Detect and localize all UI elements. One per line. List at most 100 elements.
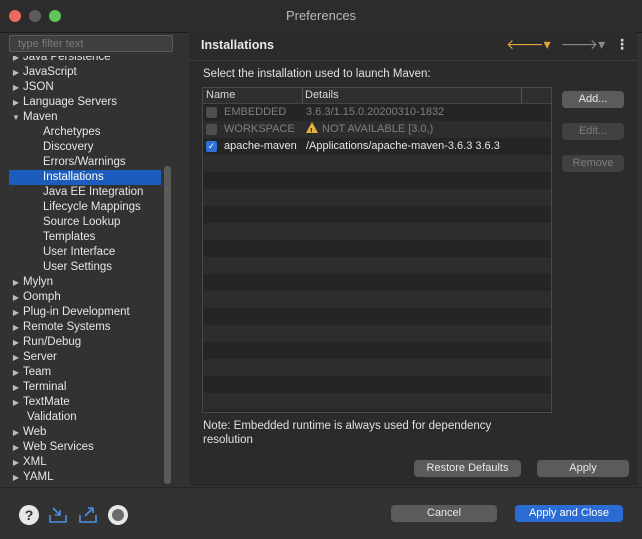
collapsed-arrow-icon[interactable]: ▶ [9, 425, 23, 440]
tree-item[interactable]: ▶ Oomph [9, 290, 161, 305]
tree-item-label: Templates [43, 231, 96, 243]
tree-item-label: Discovery [43, 141, 94, 153]
tree-item[interactable]: ▶ Server [9, 350, 161, 365]
tree-item-label: Archetypes [43, 126, 101, 138]
tree-item[interactable]: Validation [9, 410, 161, 425]
collapsed-arrow-icon[interactable]: ▶ [9, 395, 23, 410]
dialog-button-bar: ? Cancel Apply and Close [0, 487, 642, 539]
restore-defaults-button[interactable]: Restore Defaults [414, 460, 521, 477]
collapsed-arrow-icon[interactable]: ▶ [9, 275, 23, 290]
table-row[interactable]: WORKSPACE ! NOT AVAILABLE [3.0,) [203, 121, 551, 138]
add-button[interactable]: Add... [562, 91, 624, 108]
column-divider [521, 88, 522, 103]
empty-row [203, 291, 551, 308]
tree-item[interactable]: ▶ YAML [9, 470, 161, 484]
arrow-right-icon[interactable]: 🡒▾ [561, 36, 606, 53]
apply-button[interactable]: Apply [537, 460, 629, 477]
tree-item[interactable]: ▶ Plug-in Development [9, 305, 161, 320]
tree-item[interactable]: User Interface [9, 245, 161, 260]
record-icon[interactable] [108, 505, 128, 525]
empty-row [203, 342, 551, 359]
help-icon[interactable]: ? [19, 505, 39, 525]
installations-table: Name Details EMBEDDED 3.6.3/1.15.0.20200… [202, 87, 552, 413]
table-row[interactable]: EMBEDDED 3.6.3/1.15.0.20200310-1832 [203, 104, 551, 121]
table-header: Name Details [203, 88, 551, 104]
filter-input[interactable]: type filter text [9, 35, 173, 52]
empty-row [203, 308, 551, 325]
tree-item-label: Java Persistence [23, 56, 111, 63]
tree-item[interactable]: ▶ Language Servers [9, 95, 161, 110]
remove-button[interactable]: Remove [562, 155, 624, 172]
tree-item[interactable]: ▶ TextMate [9, 395, 161, 410]
tree-item[interactable]: User Settings [9, 260, 161, 275]
tree-item-label: Mylyn [23, 276, 54, 288]
tree-item-label: JavaScript [23, 66, 77, 78]
collapsed-arrow-icon[interactable]: ▶ [9, 365, 23, 380]
tree-item-label: Run/Debug [23, 336, 82, 348]
expanded-arrow-icon[interactable]: ▼ [9, 110, 23, 125]
cancel-button[interactable]: Cancel [391, 505, 497, 522]
tree-item-label: Oomph [23, 291, 61, 303]
tree-item[interactable]: ▶ Terminal [9, 380, 161, 395]
tree-item[interactable]: ▶ Remote Systems [9, 320, 161, 335]
tree-item[interactable]: ▶ JavaScript [9, 65, 161, 80]
collapsed-arrow-icon[interactable]: ▶ [9, 80, 23, 95]
collapsed-arrow-icon[interactable]: ▶ [9, 470, 23, 484]
column-name[interactable]: Name [206, 88, 235, 103]
collapsed-arrow-icon[interactable]: ▶ [9, 455, 23, 470]
row-checkbox[interactable] [206, 107, 217, 118]
tree-item-label: YAML [23, 471, 54, 483]
tree-item[interactable]: Errors/Warnings [9, 155, 161, 170]
tree-item[interactable]: Installations [9, 170, 161, 185]
table-row[interactable]: ✓ apache-maven /Applications/apache-mave… [203, 138, 551, 155]
export-icon[interactable] [78, 505, 98, 525]
preference-tree: ▶ Java Persistence ▶ JavaScript ▶ JSON ▶ Langua… [9, 56, 161, 484]
tree-item[interactable]: ▼ Maven [9, 110, 161, 125]
collapsed-arrow-icon[interactable]: ▶ [9, 305, 23, 320]
tree-item[interactable]: ▶ Mylyn [9, 275, 161, 290]
tree-item[interactable]: ▶ Web Services [9, 440, 161, 455]
tree-item-label: XML [23, 456, 47, 468]
installation-name: apache-maven [224, 140, 297, 152]
column-details[interactable]: Details [305, 88, 339, 103]
import-icon[interactable] [48, 505, 68, 525]
tree-item[interactable]: Java EE Integration [9, 185, 161, 200]
collapsed-arrow-icon[interactable]: ▶ [9, 335, 23, 350]
installation-details: /Applications/apache-maven-3.6.3 3.6.3 [306, 140, 500, 152]
collapsed-arrow-icon[interactable]: ▶ [9, 350, 23, 365]
tree-item[interactable]: ▶ Run/Debug [9, 335, 161, 350]
collapsed-arrow-icon[interactable]: ▶ [9, 440, 23, 455]
tree-item-label: Lifecycle Mappings [43, 201, 141, 213]
tree-item[interactable]: ▶ Web [9, 425, 161, 440]
collapsed-arrow-icon[interactable]: ▶ [9, 56, 23, 65]
collapsed-arrow-icon[interactable]: ▶ [9, 320, 23, 335]
arrow-left-icon[interactable]: 🡐▾ [506, 36, 551, 53]
tree-item[interactable]: Lifecycle Mappings [9, 200, 161, 215]
empty-row [203, 240, 551, 257]
view-menu-icon[interactable]: ⋮ [615, 36, 629, 53]
collapsed-arrow-icon[interactable]: ▶ [9, 380, 23, 395]
tree-item-label: Plug-in Development [23, 306, 130, 318]
embedded-runtime-note: Note: Embedded runtime is always used fo… [203, 420, 492, 446]
tree-item[interactable]: ▶ JSON [9, 80, 161, 95]
preference-tree-panel: type filter text ▶ Java Persistence ▶ JavaS… [0, 32, 183, 486]
row-checkbox-checked[interactable]: ✓ [206, 141, 217, 152]
tree-item[interactable]: ▶ Java Persistence [9, 56, 161, 65]
page-nav: 🡐▾ 🡒▾ ⋮ [500, 36, 629, 56]
empty-row [203, 155, 551, 172]
tree-item[interactable]: Templates [9, 230, 161, 245]
collapsed-arrow-icon[interactable]: ▶ [9, 65, 23, 80]
collapsed-arrow-icon[interactable]: ▶ [9, 290, 23, 305]
tree-item[interactable]: Source Lookup [9, 215, 161, 230]
tree-item[interactable]: ▶ XML [9, 455, 161, 470]
tree-item[interactable]: ▶ Team [9, 365, 161, 380]
tree-item[interactable]: Archetypes [9, 125, 161, 140]
tree-item[interactable]: Discovery [9, 140, 161, 155]
edit-button[interactable]: Edit... [562, 123, 624, 140]
row-checkbox[interactable] [206, 124, 217, 135]
tree-scrollbar[interactable] [164, 166, 171, 484]
tree-item-label: Language Servers [23, 96, 117, 108]
collapsed-arrow-icon[interactable]: ▶ [9, 95, 23, 110]
apply-and-close-button[interactable]: Apply and Close [515, 505, 623, 522]
tree-item-label: User Settings [43, 261, 113, 273]
